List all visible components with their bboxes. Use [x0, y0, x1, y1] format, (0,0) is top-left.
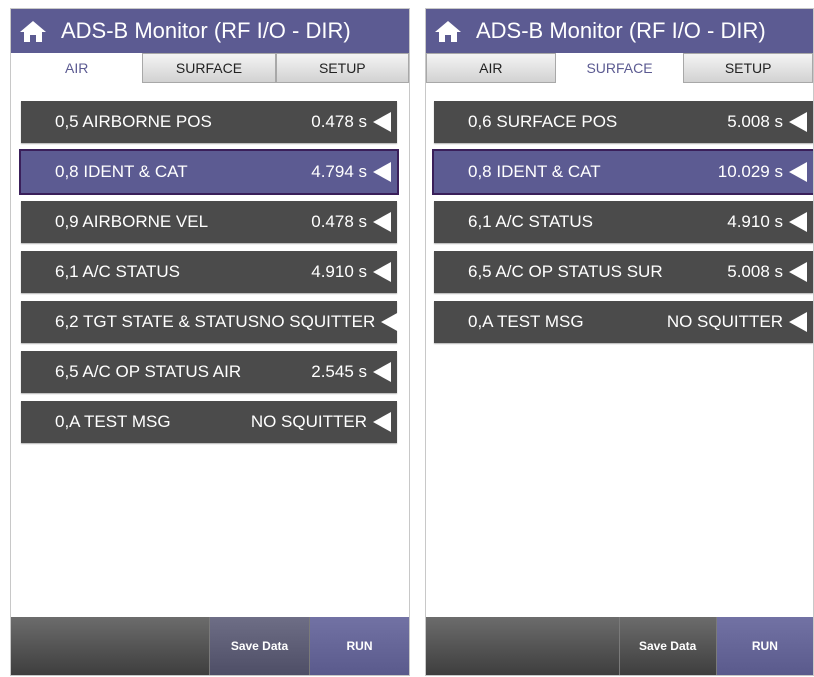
- message-interval: 4.910 s: [311, 262, 367, 281]
- tab-air[interactable]: AIR: [426, 53, 556, 83]
- list-item[interactable]: 6,2 TGT STATE & STATUS NO SQUITTER: [21, 301, 400, 343]
- message-interval: 5.008 s: [727, 262, 783, 281]
- message-list: 0,5 AIRBORNE POS 0.478 s 0,8 IDENT & CAT…: [19, 101, 400, 451]
- left-triangle-icon: [789, 162, 807, 182]
- list-item-selected[interactable]: 0,8 IDENT & CAT 10.029 s: [432, 149, 813, 195]
- save-data-button[interactable]: Save Data: [209, 617, 309, 675]
- list-item[interactable]: 0,6 SURFACE POS 5.008 s: [434, 101, 813, 143]
- list-item[interactable]: 6,5 A/C OP STATUS AIR 2.545 s: [21, 351, 397, 393]
- bottom-bar-spacer: [11, 617, 209, 675]
- list-item[interactable]: 0,5 AIRBORNE POS 0.478 s: [21, 101, 397, 143]
- message-interval: 4.910 s: [727, 212, 783, 231]
- tab-setup[interactable]: SETUP: [275, 53, 409, 83]
- list-item[interactable]: 0,A TEST MSG NO SQUITTER: [21, 401, 397, 443]
- left-triangle-icon: [373, 362, 391, 382]
- app-title: ADS-B Monitor (RF I/O - DIR): [476, 18, 766, 43]
- message-interval: 10.029 s: [717, 162, 783, 181]
- bottom-bar: Save Data RUN: [426, 617, 813, 675]
- list-item[interactable]: 0,A TEST MSG NO SQUITTER: [434, 301, 813, 343]
- app-title: ADS-B Monitor (RF I/O - DIR): [61, 18, 351, 43]
- save-data-button[interactable]: Save Data: [618, 617, 716, 675]
- list-item[interactable]: 0,9 AIRBORNE VEL 0.478 s: [21, 201, 397, 243]
- left-triangle-icon: [789, 212, 807, 232]
- tab-surface[interactable]: SURFACE: [142, 53, 276, 83]
- left-triangle-icon: [373, 112, 391, 132]
- tab-air[interactable]: AIR: [11, 53, 143, 83]
- message-label: 0,9 AIRBORNE VEL: [55, 212, 209, 231]
- tab-bar: AIR SURFACE SETUP: [426, 53, 813, 83]
- message-interval: 5.008 s: [727, 112, 783, 131]
- message-interval: 0.478 s: [311, 112, 367, 131]
- bottom-bar: Save Data RUN: [11, 617, 409, 675]
- tab-setup[interactable]: SETUP: [683, 53, 813, 83]
- home-icon[interactable]: [13, 9, 53, 53]
- message-label: 0,A TEST MSG: [468, 312, 584, 331]
- left-triangle-icon: [789, 112, 807, 132]
- message-interval: 4.794 s: [311, 162, 367, 181]
- right-panel: ADS-B Monitor (RF I/O - DIR) AIR SURFACE…: [425, 8, 814, 676]
- left-triangle-icon: [789, 312, 807, 332]
- message-label: 6,2 TGT STATE & STATUS: [55, 312, 260, 331]
- left-triangle-icon: [373, 262, 391, 282]
- message-label: 0,5 AIRBORNE POS: [55, 112, 212, 131]
- message-label: 6,5 A/C OP STATUS SUR: [468, 262, 663, 281]
- title-bar: ADS-B Monitor (RF I/O - DIR): [426, 9, 813, 53]
- tab-surface[interactable]: SURFACE: [555, 53, 684, 83]
- left-panel: ADS-B Monitor (RF I/O - DIR) AIR SURFACE…: [10, 8, 410, 676]
- list-item[interactable]: 6,1 A/C STATUS 4.910 s: [21, 251, 397, 293]
- message-label: 6,1 A/C STATUS: [468, 212, 594, 231]
- message-interval: 0.478 s: [311, 212, 367, 231]
- list-item[interactable]: 6,1 A/C STATUS 4.910 s: [434, 201, 813, 243]
- message-list: 0,6 SURFACE POS 5.008 s 0,8 IDENT & CAT …: [432, 101, 813, 351]
- message-label: 0,6 SURFACE POS: [468, 112, 618, 131]
- left-triangle-icon: [373, 162, 391, 182]
- left-triangle-icon: [373, 412, 391, 432]
- bottom-bar-spacer: [426, 617, 619, 675]
- message-interval: NO SQUITTER: [666, 312, 783, 331]
- home-icon[interactable]: [428, 9, 468, 53]
- message-label: 0,8 IDENT & CAT: [55, 162, 188, 181]
- tab-bar: AIR SURFACE SETUP: [11, 53, 409, 83]
- run-button[interactable]: RUN: [715, 617, 813, 675]
- list-item[interactable]: 6,5 A/C OP STATUS SUR 5.008 s: [434, 251, 813, 293]
- left-triangle-icon: [373, 212, 391, 232]
- message-interval: NO SQUITTER: [259, 312, 376, 331]
- message-interval: 2.545 s: [311, 362, 367, 381]
- left-triangle-icon: [789, 262, 807, 282]
- list-item-selected[interactable]: 0,8 IDENT & CAT 4.794 s: [19, 149, 399, 195]
- run-button[interactable]: RUN: [309, 617, 409, 675]
- message-label: 0,A TEST MSG: [55, 412, 171, 431]
- message-label: 6,5 A/C OP STATUS AIR: [55, 362, 242, 381]
- left-triangle-icon: [381, 312, 400, 332]
- title-bar: ADS-B Monitor (RF I/O - DIR): [11, 9, 409, 53]
- message-label: 6,1 A/C STATUS: [55, 262, 181, 281]
- message-label: 0,8 IDENT & CAT: [468, 162, 601, 181]
- message-interval: NO SQUITTER: [250, 412, 367, 431]
